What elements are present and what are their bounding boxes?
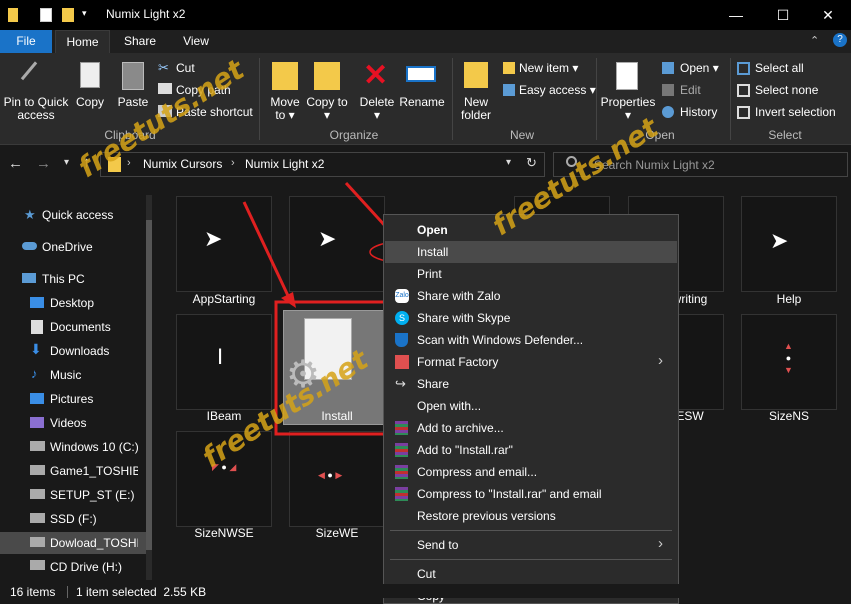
annotation-arrowhead (281, 292, 296, 308)
menu-scan-defender[interactable]: Scan with Windows Defender... (417, 333, 583, 347)
status-item-count: 16 items (10, 585, 56, 599)
menu-separator (390, 530, 672, 531)
menu-format-factory[interactable]: Format Factory (417, 355, 498, 369)
menu-compress-rar-email[interactable]: Compress to "Install.rar" and email (417, 487, 602, 501)
status-selection: 1 item selected 2.55 KB (76, 585, 207, 599)
zalo-icon: Zalo (395, 289, 409, 303)
windows-defender-icon (395, 333, 408, 347)
menu-separator (390, 559, 672, 560)
format-factory-icon (395, 355, 409, 369)
annotation-arrow (242, 201, 292, 301)
menu-open[interactable]: Open (417, 223, 448, 237)
menu-send-to[interactable]: Send to (417, 538, 458, 552)
menu-add-install-rar[interactable]: Add to "Install.rar" (417, 443, 513, 457)
menu-share-skype[interactable]: Share with Skype (417, 311, 510, 325)
menu-print[interactable]: Print (417, 267, 442, 281)
winrar-icon (395, 421, 408, 435)
menu-share[interactable]: Share (417, 377, 449, 391)
submenu-arrow-icon: › (658, 535, 663, 552)
menu-cut[interactable]: Cut (417, 567, 436, 581)
menu-share-zalo[interactable]: Share with Zalo (417, 289, 500, 303)
winrar-icon (395, 443, 408, 457)
submenu-arrow-icon: › (658, 352, 663, 369)
winrar-icon (395, 487, 408, 501)
share-icon: ↪ (395, 376, 406, 391)
status-divider (67, 586, 68, 598)
skype-icon: S (395, 311, 409, 325)
menu-add-archive[interactable]: Add to archive... (417, 421, 504, 435)
menu-open-with[interactable]: Open with... (417, 399, 481, 413)
menu-restore-versions[interactable]: Restore previous versions (417, 509, 556, 523)
winrar-icon (395, 465, 408, 479)
menu-install[interactable]: Install (417, 245, 448, 259)
menu-compress-email[interactable]: Compress and email... (417, 465, 537, 479)
